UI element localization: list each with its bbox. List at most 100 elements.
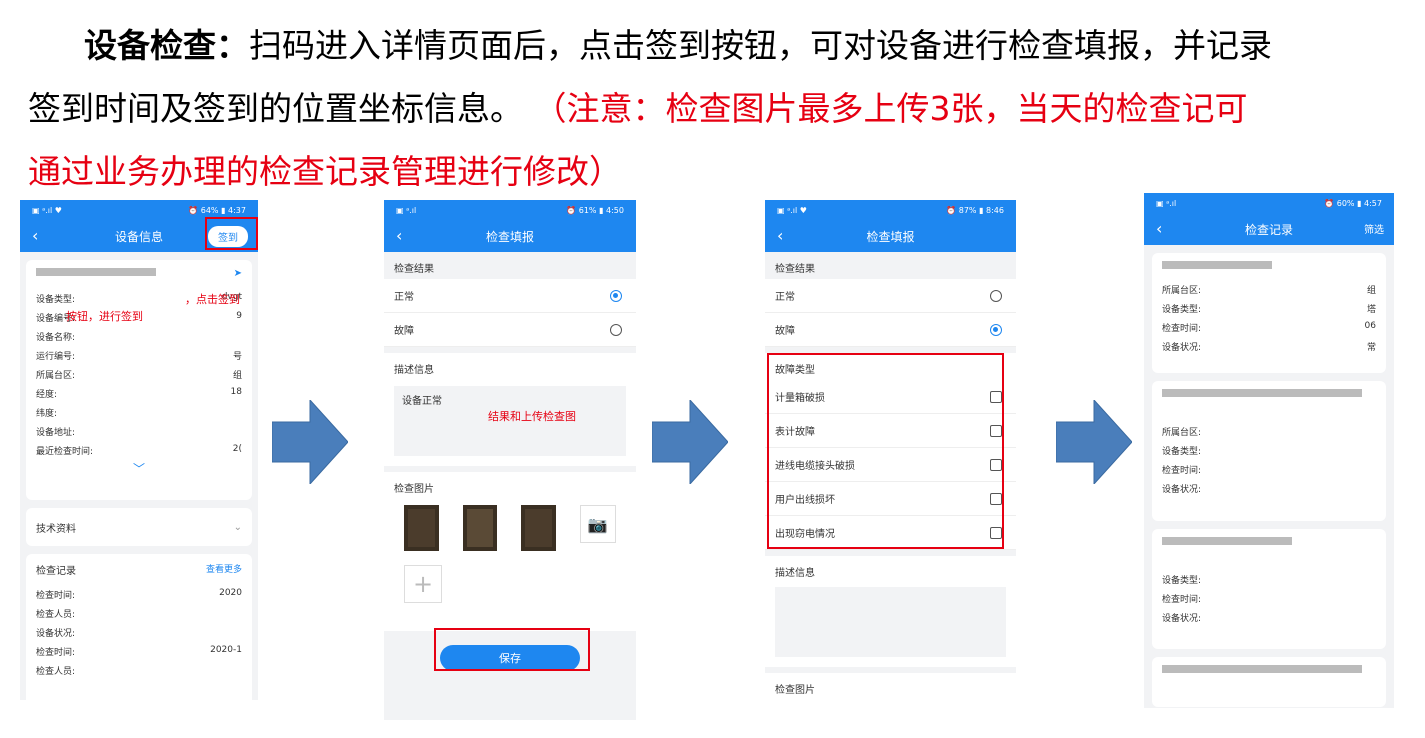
option-fault[interactable]: 故障 [384,313,636,347]
filter-button[interactable]: 筛选 [1364,221,1384,236]
photo-list: 📷 [404,505,616,551]
chevron-down-icon: ⌄ [233,521,242,533]
radio-unchecked-icon[interactable] [990,289,1002,302]
desc-textarea[interactable] [775,587,1006,657]
info-row: 检查时间: 2020 [36,585,242,604]
status-bar: ▣ ᵃ.ıl ⏰ 61% ▮ 4:50 [384,200,636,220]
section-label: 设备检查： [84,26,249,65]
info-row: 设备地址: [36,422,242,441]
tech-docs-row[interactable]: 技术资料 ⌄ [26,508,252,546]
info-label: 检查时间: [1162,324,1202,334]
info-label: 检查时间: [1162,466,1202,476]
radio-unchecked-icon[interactable] [610,323,622,336]
nav-bar: ‹ 检查记录 筛选 [1144,213,1394,245]
info-label: 检查时间: [36,591,76,601]
info-value: 18 [230,387,242,397]
screen-inspection-records: ▣ ᵃ.ıl ⏰ 60% ▮ 4:57 ‹ 检查记录 筛选 所属台区: 组设备类型:… [1144,193,1394,708]
records-card: 检查记录 查看更多 检查时间: 2020 检查人员: 设备状况: 检查时间: 2020-1… [26,554,252,700]
radio-checked-icon[interactable] [990,323,1002,336]
info-label: 设备状况: [36,629,76,639]
option-normal[interactable]: 正常 [765,279,1016,313]
photo-thumbnail[interactable] [462,505,498,551]
info-value: 2( [232,444,242,454]
photos-section-title: 检查图片 [765,673,1016,720]
info-label: 设备名称: [36,333,76,343]
info-row: 设备类型: 塔 [1162,299,1376,318]
info-row: 检查人员: [36,661,242,680]
info-row: 设备类型: [1162,570,1376,589]
info-label: 检查时间: [36,648,76,658]
desc-section-title: 描述信息 [765,556,1016,583]
info-row: 所属台区: 组 [36,365,242,384]
photos-section-title: 检查图片 [384,472,636,499]
info-label: 所属台区: [36,371,76,381]
info-value: 2020 [219,588,242,598]
option-fault[interactable]: 故障 [765,313,1016,347]
info-row: 设备类型: [1162,441,1376,460]
back-arrow-icon[interactable]: ‹ [32,226,38,245]
info-value: 组 [232,371,242,381]
info-label: 所属台区: [1162,428,1202,438]
result-section-title: 检查结果 [775,264,815,275]
desc-area [765,583,1016,667]
info-row: 所属台区: [1162,422,1376,441]
info-label: 设备地址: [36,428,76,438]
page-title: 检查记录 [1244,222,1293,237]
back-arrow-icon[interactable]: ‹ [777,226,783,245]
description-line-2: 签到时间及签到的位置坐标信息。 （注意：检查图片最多上传3张，当天的检查记可 [28,89,1248,128]
location-icon[interactable]: ➤ [234,268,242,279]
info-value: 9 [236,311,242,321]
record-fields: 所属台区: 设备类型: 检查时间: 设备状况: [1162,422,1376,498]
result-section-title: 检查结果 [394,264,434,275]
add-photo-button[interactable]: + [404,565,442,603]
record-card[interactable]: 所属台区: 设备类型: 检查时间: 设备状况: [1152,381,1386,521]
info-value: 06 [1364,321,1376,331]
info-row: 设备状况: [1162,479,1376,498]
record-title-mosaic [1162,389,1376,400]
info-label: 设备状况: [1162,614,1202,624]
record-card[interactable]: 所属台区: 组设备类型: 塔检查时间: 06 设备状况: 常 [1152,253,1386,373]
form-annotation: 结果和上传检查图 [488,410,576,423]
photo-thumbnail[interactable] [404,505,439,551]
record-title-mosaic [1162,665,1376,676]
info-row: 纬度: [36,403,242,422]
photos-area: 📷 + [384,499,636,631]
back-arrow-icon[interactable]: ‹ [396,226,402,245]
device-header: ➤ [36,268,242,279]
device-name-mosaic [36,268,156,279]
record-fields: 设备类型: 检查时间: 设备状况: [1162,570,1376,627]
option-normal[interactable]: 正常 [384,279,636,313]
info-value: 2020-1 [210,645,242,655]
back-arrow-icon[interactable]: ‹ [1156,219,1162,238]
info-row: 经度: 18 [36,384,242,403]
info-row: 设备状况: [36,623,242,642]
info-row: 运行编号: 号 [36,346,242,365]
save-highlight [434,628,590,671]
status-bar: ▣ ᵃ.ıl ⏰ 60% ▮ 4:57 [1144,193,1394,213]
expand-chevron-icon[interactable]: ﹀ [36,460,242,477]
info-value: 常 [1366,343,1376,353]
info-label: 检查时间: [1162,595,1202,605]
records-header: 检查记录 查看更多 [36,562,242,577]
info-label: 最近检查时间: [36,447,94,457]
info-value: 塔 [1366,305,1376,315]
info-value: 号 [232,352,242,362]
page-title: 检查填报 [866,229,915,244]
signin-highlight [205,217,258,250]
info-label: 设备类型: [1162,576,1202,586]
nav-bar: ‹ 检查填报 [765,220,1016,252]
info-row: 设备名称: [36,327,242,346]
record-card[interactable] [1152,657,1386,707]
info-value: 组 [1366,286,1376,296]
desc-section-title: 描述信息 [384,353,636,380]
view-more-link[interactable]: 查看更多 [206,562,242,577]
record-rows: 检查时间: 2020 检查人员: 设备状况: 检查时间: 2020-1 检查人员: [36,585,242,680]
camera-icon[interactable]: 📷 [579,505,616,543]
record-title-mosaic [1162,537,1376,548]
note-text: （注意：检查图片最多上传3张，当天的检查记可 [533,89,1248,128]
record-card[interactable]: 设备类型: 检查时间: 设备状况: [1152,529,1386,649]
page-title: 设备信息 [114,229,163,244]
radio-checked-icon[interactable] [610,289,622,302]
photo-thumbnail[interactable] [521,505,556,551]
info-row: 最近检查时间: 2( [36,441,242,460]
